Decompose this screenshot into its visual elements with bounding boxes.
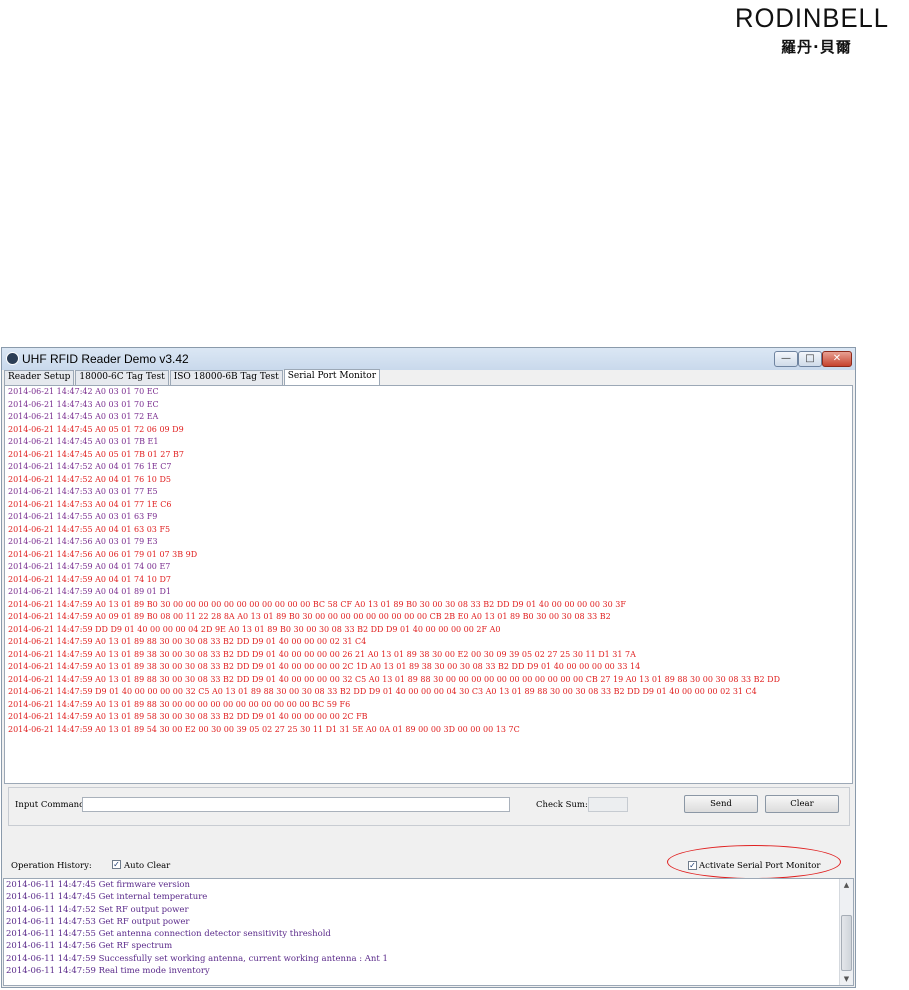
log-line: 2014-06-21 14:47:53 A0 04 01 77 1E C6: [8, 499, 172, 509]
log-line: 2014-06-21 14:47:59 A0 13 01 89 58 30 00…: [8, 712, 368, 721]
tab-18000-6c[interactable]: 18000-6C Tag Test: [75, 370, 169, 385]
log-line: 2014-06-21 14:47:53 A0 03 01 77 E5: [8, 487, 158, 496]
scroll-up-icon[interactable]: ▲: [840, 879, 853, 891]
close-button[interactable]: ✕: [822, 351, 852, 367]
operation-history-label: Operation History:: [11, 861, 92, 871]
history-line: 2014-06-11 14:47:53 Get RF output power: [6, 916, 190, 927]
log-line: 2014-06-21 14:47:59 A0 13 01 89 B0 30 00…: [8, 599, 626, 609]
checksum-label: Check Sum:: [536, 800, 588, 810]
log-line: 2014-06-21 14:47:42 A0 03 01 70 EC: [8, 387, 159, 396]
tab-reader-setup[interactable]: Reader Setup: [4, 370, 75, 385]
log-line: 2014-06-21 14:47:59 A0 04 01 74 00 E7: [8, 562, 171, 571]
title-bar[interactable]: UHF RFID Reader Demo v3.42 — □ ✕: [2, 348, 855, 370]
log-line: 2014-06-21 14:47:52 A0 04 01 76 1E C7: [8, 462, 172, 471]
checksum-field: [588, 797, 628, 812]
log-line: 2014-06-21 14:47:45 A0 05 01 7B 01 27 B7: [8, 449, 184, 459]
input-command-field[interactable]: [82, 797, 510, 812]
app-icon: [6, 352, 19, 365]
history-line: 2014-06-11 14:47:55 Get antenna connecti…: [6, 929, 331, 940]
history-line: 2014-06-11 14:47:45 Get firmware version: [6, 880, 191, 890]
history-line: 2014-06-11 14:47:59 Successfully set wor…: [6, 953, 388, 964]
log-line: 2014-06-21 14:47:59 A0 13 01 89 88 30 00…: [8, 699, 351, 709]
tab-serial-port-monitor[interactable]: Serial Port Monitor: [283, 369, 381, 385]
minimize-button[interactable]: —: [774, 351, 798, 367]
send-button[interactable]: Send: [684, 795, 758, 813]
log-line: 2014-06-21 14:47:59 D9 01 40 00 00 00 00…: [8, 687, 757, 696]
tab-strip: Reader Setup 18000-6C Tag Test ISO 18000…: [4, 369, 381, 385]
log-line: 2014-06-21 14:47:45 A0 03 01 72 EA: [8, 412, 159, 421]
maximize-button[interactable]: □: [798, 351, 822, 367]
log-line: 2014-06-21 14:47:43 A0 03 01 70 EC: [8, 399, 159, 409]
history-line: 2014-06-11 14:47:52 Set RF output power: [6, 904, 189, 915]
log-line: 2014-06-21 14:47:59 A0 04 01 74 10 D7: [8, 574, 171, 584]
history-line: 2014-06-11 14:47:59 Real time mode inven…: [6, 966, 210, 977]
log-line: 2014-06-21 14:47:59 A0 13 01 89 38 30 00…: [8, 649, 636, 659]
rodinbell-logo: RODINBELL 羅丹·貝爾: [735, 3, 889, 60]
log-line: 2014-06-21 14:47:59 A0 13 01 89 38 30 00…: [8, 662, 641, 671]
log-line: 2014-06-21 14:47:59 A0 13 01 89 88 30 00…: [8, 674, 781, 684]
logo-subtitle: 羅丹·貝爾: [781, 38, 852, 56]
auto-clear-checkbox[interactable]: ✓: [112, 860, 121, 869]
log-line: 2014-06-21 14:47:55 A0 04 01 63 03 F5: [8, 524, 171, 534]
app-window: UHF RFID Reader Demo v3.42 — □ ✕ Reader …: [1, 347, 856, 988]
history-scrollbar[interactable]: ▲ ▼: [839, 879, 853, 985]
window-title: UHF RFID Reader Demo v3.42: [22, 352, 189, 366]
log-line: 2014-06-21 14:47:59 A0 13 01 89 88 30 00…: [8, 637, 367, 646]
log-line: 2014-06-21 14:47:59 A0 09 01 89 B0 08 00…: [8, 612, 611, 621]
log-line: 2014-06-21 14:47:55 A0 03 01 63 F9: [8, 512, 158, 521]
log-line: 2014-06-21 14:47:59 A0 04 01 89 01 D1: [8, 587, 171, 596]
log-line: 2014-06-21 14:47:52 A0 04 01 76 10 D5: [8, 474, 171, 484]
operation-history-list[interactable]: 2014-06-11 14:47:45 Get firmware version…: [3, 878, 854, 986]
log-line: 2014-06-21 14:47:59 DD D9 01 40 00 00 00…: [8, 624, 501, 634]
log-line: 2014-06-21 14:47:45 A0 03 01 7B E1: [8, 437, 159, 446]
tab-iso-18000-6b[interactable]: ISO 18000-6B Tag Test: [169, 370, 283, 385]
logo-wordmark: RODINBELL: [735, 3, 889, 33]
scroll-down-icon[interactable]: ▼: [840, 973, 853, 985]
history-line: 2014-06-11 14:47:45 Get internal tempera…: [6, 892, 208, 903]
highlight-ellipse: [667, 845, 841, 879]
history-line: 2014-06-11 14:47:56 Get RF spectrum: [6, 941, 173, 952]
input-command-label: Input Command:: [15, 800, 88, 810]
log-line: 2014-06-21 14:47:56 A0 03 01 79 E3: [8, 537, 158, 546]
serial-monitor-log[interactable]: 2014-06-21 14:47:42 A0 03 01 70 EC 2014-0…: [4, 385, 853, 784]
auto-clear-label: Auto Clear: [124, 861, 171, 871]
log-line: 2014-06-21 14:47:59 A0 13 01 89 54 30 00…: [8, 724, 520, 734]
log-line: 2014-06-21 14:47:45 A0 05 01 72 06 09 D9: [8, 424, 184, 434]
scroll-thumb[interactable]: [841, 915, 852, 971]
clear-button[interactable]: Clear: [765, 795, 839, 813]
log-line: 2014-06-21 14:47:56 A0 06 01 79 01 07 3B…: [8, 549, 198, 559]
